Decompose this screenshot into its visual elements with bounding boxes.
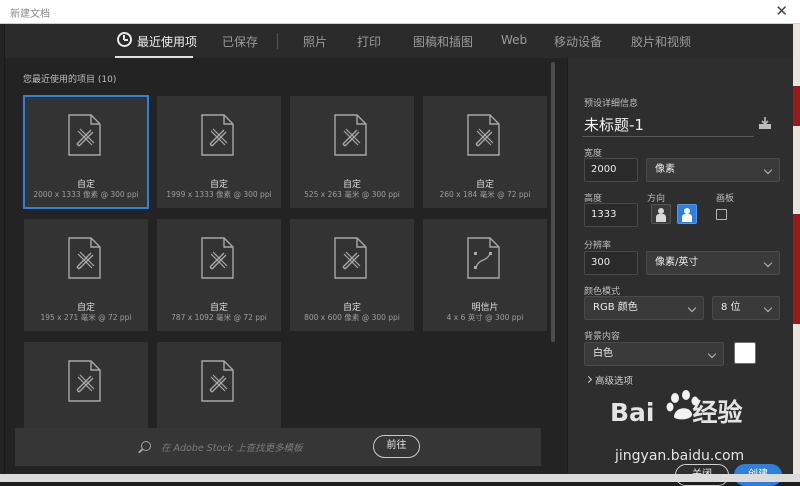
- tab-art-illustration[interactable]: 图稿和插图: [413, 33, 473, 50]
- card-dimensions: 195 x 271 毫米 @ 72 ppi: [40, 313, 132, 322]
- recent-document-card[interactable]: 自定 787 x 1092 毫米 @ 72 ppi: [157, 219, 281, 331]
- width-input[interactable]: 2000: [584, 158, 638, 182]
- width-unit-select[interactable]: 像素: [646, 158, 780, 182]
- person-icon-body: [682, 214, 692, 222]
- recent-document-card[interactable]: 自定 195 x 271 毫米 @ 72 ppi: [24, 219, 148, 331]
- recent-document-card[interactable]: 自定 1999 x 1333 像素 @ 300 ppi: [157, 96, 281, 208]
- recent-document-card[interactable]: 明信片 4 x 6 英寸 @ 300 ppi: [423, 219, 547, 331]
- document-name-field[interactable]: 未标题-1: [584, 114, 644, 135]
- photoshop-new-document-window: 新建文档 ✕ 最近使用项 已保存 照片 打印 图稿和插图 Web 移动设备 胶片…: [0, 0, 800, 486]
- recent-document-card[interactable]: [157, 342, 281, 430]
- tab-photo[interactable]: 照片: [303, 33, 327, 50]
- artboard-checkbox[interactable]: [716, 209, 727, 220]
- preset-details-title: 预设详细信息: [584, 99, 639, 109]
- window-close-icon[interactable]: ✕: [775, 2, 788, 20]
- search-icon: [141, 441, 151, 451]
- brush-doc-icon: [201, 237, 234, 279]
- brush-doc-icon: [467, 114, 500, 156]
- background-canvas-strip: [792, 24, 800, 482]
- card-dimensions: 1999 x 1333 像素 @ 300 ppi: [166, 190, 272, 199]
- resolution-unit-select[interactable]: 像素/英寸: [646, 251, 780, 275]
- resolution-unit-value: 像素/英寸: [655, 257, 699, 268]
- background-art: [792, 214, 800, 324]
- card-dimensions: 800 x 600 像素 @ 300 ppi: [304, 313, 400, 322]
- chevron-down-icon: [763, 258, 773, 268]
- chevron-down-icon: [707, 349, 717, 359]
- recent-section-title: 您最近使用的项目 (10): [23, 72, 116, 85]
- tab-recent[interactable]: 最近使用项: [137, 33, 197, 50]
- recent-count: (10): [97, 75, 117, 85]
- paw-icon: [666, 390, 699, 420]
- clock-icon: [117, 32, 132, 47]
- adobe-stock-bar: 在 Adobe Stock 上查找更多模板 前往: [15, 428, 541, 466]
- brush-doc-icon: [334, 114, 367, 156]
- brush-doc-icon: [68, 114, 101, 156]
- watermark-brand2: 经验: [692, 398, 743, 427]
- recent-document-card[interactable]: 自定 800 x 600 像素 @ 300 ppi: [290, 219, 414, 331]
- card-dimensions: 525 x 263 毫米 @ 300 ppi: [304, 190, 400, 199]
- background-value: 白色: [593, 348, 613, 359]
- chevron-down-icon: [763, 303, 773, 313]
- portrait-orientation-button[interactable]: [651, 204, 671, 224]
- active-tab-indicator: [115, 56, 193, 58]
- recent-document-card[interactable]: 自定 2000 x 1333 像素 @ 300 ppi: [23, 95, 149, 209]
- chevron-right-icon: [584, 375, 593, 384]
- tab-divider: [277, 33, 278, 49]
- person-icon-body: [656, 214, 666, 222]
- recent-document-card[interactable]: 自定 260 x 184 毫米 @ 72 ppi: [423, 96, 547, 208]
- preset-tabs: 最近使用项 已保存 照片 打印 图稿和插图 Web 移动设备 胶片和视频: [5, 24, 793, 58]
- bit-depth-select[interactable]: 8 位: [712, 296, 780, 320]
- watermark-url: jingyan.baidu.com: [615, 448, 745, 464]
- background-color-swatch[interactable]: [734, 342, 756, 364]
- color-mode-select[interactable]: RGB 颜色: [584, 296, 704, 320]
- brush-doc-icon: [201, 360, 234, 402]
- resolution-label: 分辨率: [584, 241, 612, 251]
- tab-web[interactable]: Web: [501, 33, 527, 47]
- background-bottom-strip: [0, 474, 800, 482]
- color-mode-value: RGB 颜色: [593, 302, 638, 313]
- background-art: [792, 86, 800, 126]
- save-preset-icon[interactable]: [758, 116, 772, 130]
- tab-mobile[interactable]: 移动设备: [554, 33, 602, 50]
- go-button[interactable]: 前往: [373, 435, 420, 458]
- window-title: 新建文档: [10, 9, 50, 20]
- tab-saved[interactable]: 已保存: [222, 33, 258, 50]
- stock-search-placeholder[interactable]: 在 Adobe Stock 上查找更多模板: [161, 440, 303, 454]
- recent-title-text: 您最近使用的项目: [23, 75, 96, 85]
- brush-doc-icon: [68, 237, 101, 279]
- chevron-down-icon: [763, 165, 773, 175]
- width-unit-value: 像素: [655, 164, 675, 175]
- tab-film-video[interactable]: 胶片和视频: [631, 33, 691, 50]
- background-label: 背景内容: [584, 332, 621, 342]
- document-name-underline: [582, 136, 754, 137]
- recent-document-card[interactable]: [24, 342, 148, 430]
- brush-doc-icon: [68, 360, 101, 402]
- bit-depth-value: 8 位: [721, 302, 741, 313]
- title-bar: 新建文档 ✕: [0, 0, 800, 24]
- postcard-doc-icon: [467, 237, 500, 279]
- watermark-brand: Bai: [610, 398, 655, 427]
- landscape-orientation-button[interactable]: [677, 204, 697, 224]
- recent-scrollbar[interactable]: [551, 62, 555, 342]
- background-select[interactable]: 白色: [584, 342, 724, 366]
- height-input[interactable]: 1333: [584, 203, 638, 227]
- chevron-down-icon: [687, 303, 697, 313]
- recent-document-card[interactable]: 自定 525 x 263 毫米 @ 300 ppi: [290, 96, 414, 208]
- card-dimensions: 4 x 6 英寸 @ 300 ppi: [446, 313, 524, 322]
- card-dimensions: 260 x 184 毫米 @ 72 ppi: [439, 190, 531, 199]
- brush-doc-icon: [334, 237, 367, 279]
- card-dimensions: 787 x 1092 毫米 @ 72 ppi: [171, 313, 267, 322]
- advanced-options-toggle[interactable]: 高级选项: [595, 373, 633, 387]
- resolution-input[interactable]: 300: [584, 251, 638, 275]
- artboard-label: 画板: [716, 194, 735, 204]
- orientation-label: 方向: [647, 194, 666, 204]
- card-dimensions: 2000 x 1333 像素 @ 300 ppi: [33, 190, 139, 199]
- tab-print[interactable]: 打印: [357, 33, 381, 50]
- brush-doc-icon: [201, 114, 234, 156]
